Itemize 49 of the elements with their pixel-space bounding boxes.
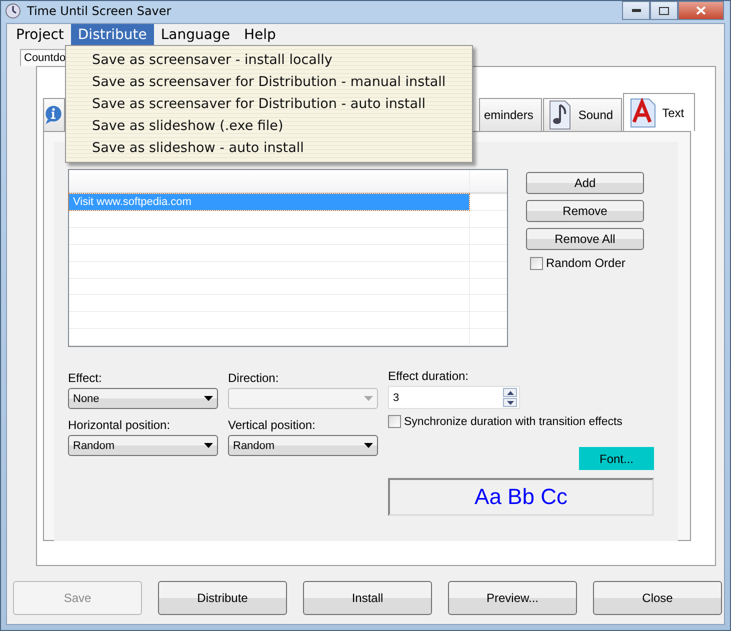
maximize-icon: [659, 6, 669, 14]
caret-icon: [204, 443, 213, 448]
dialog-button[interactable]: Distribute: [158, 581, 287, 615]
field-label: Effect duration:: [388, 369, 470, 383]
menu-item[interactable]: Distribute: [70, 24, 154, 46]
menu-item[interactable]: Language: [154, 24, 237, 46]
menu-option[interactable]: Save as slideshow - auto install: [66, 137, 472, 159]
checkbox[interactable]: [530, 256, 543, 270]
menu-item[interactable]: Project: [9, 24, 71, 46]
menu-option[interactable]: Save as slideshow (.exe file): [66, 115, 472, 137]
close-button[interactable]: [678, 1, 724, 20]
dialog-button[interactable]: Preview...: [448, 581, 577, 615]
minimize-icon: [632, 9, 640, 12]
tab[interactable]: Text: [623, 93, 696, 131]
checkbox-label: Synchronize duration with transition effects: [404, 416, 622, 428]
window-title: Time Until Screen Saver: [27, 4, 172, 18]
caret-icon: [364, 396, 373, 401]
position-dropdown[interactable]: Random: [68, 435, 218, 456]
minimize-button[interactable]: [622, 1, 650, 20]
field-label: Horizontal position:: [68, 418, 172, 432]
list-button[interactable]: Add: [526, 172, 644, 194]
tab[interactable]: [43, 98, 65, 131]
field-label: Vertical position:: [228, 418, 316, 432]
close-icon: [696, 6, 706, 15]
effect-dropdown[interactable]: None: [68, 388, 218, 409]
checkbox[interactable]: [388, 415, 401, 428]
music-note-icon: [548, 100, 572, 130]
menu-option[interactable]: Save as screensaver for Distribution - auto install: [66, 93, 472, 115]
dialog-button[interactable]: Close: [593, 581, 722, 615]
field-label: Effect:: [68, 371, 103, 385]
clock-icon: [5, 3, 21, 19]
maximize-button[interactable]: [650, 1, 678, 20]
menu-option[interactable]: Save as screensaver for Distribution - manual install: [66, 71, 472, 93]
caret-icon: [364, 443, 373, 448]
tab[interactable]: Sound: [543, 98, 622, 131]
letter-a-icon: [630, 98, 656, 128]
duration-spinner[interactable]: 3: [388, 386, 520, 409]
info-icon: [45, 105, 62, 125]
checkbox-label: Random Order: [546, 256, 626, 270]
menu-item[interactable]: Help: [236, 24, 283, 46]
caret-icon: [204, 396, 213, 401]
position-dropdown[interactable]: Random: [228, 435, 378, 456]
field-label: Direction:: [228, 371, 280, 385]
list-button[interactable]: Remove: [526, 200, 644, 222]
font-preview: Aa Bb Cc: [388, 478, 654, 516]
list-button[interactable]: Remove All: [526, 228, 644, 250]
tab[interactable]: eminders: [479, 98, 542, 131]
font-button[interactable]: Font...: [579, 447, 654, 470]
dialog-button[interactable]: Install: [303, 581, 432, 615]
